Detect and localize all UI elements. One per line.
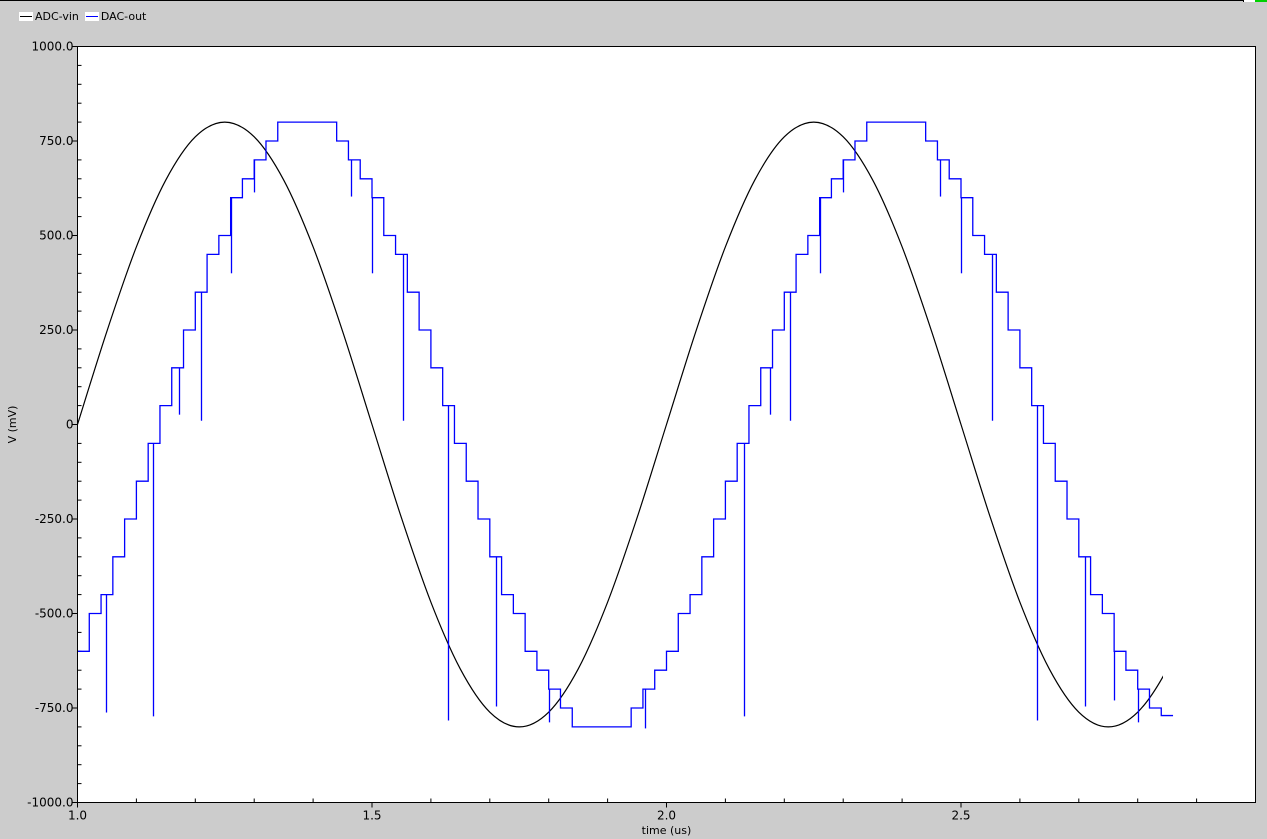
y-axis-label: V (mV) [6,406,19,444]
y-tick-label: -250.0 [35,512,74,526]
y-tick-label: 0 [66,418,74,432]
y-tick-label: -1000.0 [27,796,73,810]
y-tick-label: 1000.0 [32,40,74,54]
x-tick-label: 1.0 [68,809,87,823]
y-tick-label: 750.0 [39,134,73,148]
waveform-plot[interactable]: 1000.0 750.0 500.0 250.0 0 -250.0 -500.0 -750.0… [0,0,1267,839]
y-tick-label: -750.0 [35,701,74,715]
x-tick-label: 1.5 [362,809,381,823]
x-axis-label: time (us) [642,824,692,837]
y-tick-label: 500.0 [39,229,73,243]
y-tick-label: -500.0 [35,607,74,621]
x-tick-label: 2.5 [951,809,970,823]
y-tick-label: 250.0 [39,323,73,337]
x-tick-label: 2.0 [657,809,676,823]
